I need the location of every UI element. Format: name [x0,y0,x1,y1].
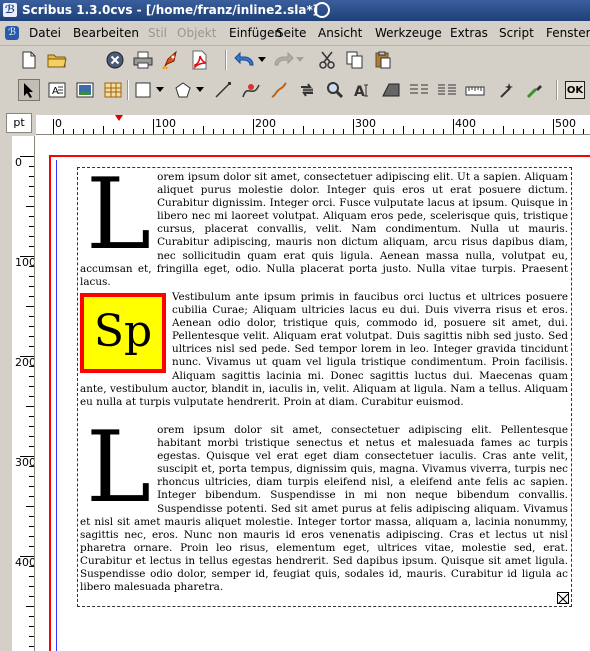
open-folder-icon[interactable] [46,49,68,71]
margin-guide-left [56,160,57,651]
menu-script[interactable]: Script [499,26,534,40]
new-document-icon[interactable] [18,49,40,71]
polygon-dropdown-icon[interactable] [194,79,206,101]
menu-werkzeuge[interactable]: Werkzeuge [375,26,442,40]
ruler-label-h: 100 [155,117,176,130]
menu-bearbeiten[interactable]: Bearbeiten [73,26,139,40]
menu-extras[interactable]: Extras [450,26,488,40]
undo-icon[interactable] [234,49,256,71]
align-columns-icon[interactable] [436,79,458,101]
vertical-ruler[interactable]: 0 100 200 300 400 [12,136,35,651]
ruler-label-h: 400 [455,117,476,130]
page-edge-guide-top [49,155,590,157]
ruler-label-h: 0 [55,117,62,130]
paragraph-3-text: orem ipsum dolor sit amet, consectetuer … [80,424,568,594]
redo-icon[interactable] [272,49,294,71]
select-arrow-icon[interactable] [18,79,40,101]
page-edge-guide-left [49,155,51,651]
menu-einfuegen[interactable]: Einfügen [229,26,282,40]
menu-fenster[interactable]: Fenster [546,26,590,40]
text-frame-icon[interactable]: A [46,79,68,101]
paste-icon[interactable] [372,49,394,71]
shape-dropdown-icon[interactable] [154,79,166,101]
window-title: Scribus 1.3.0cvs - [/home/franz/inline2.… [22,3,319,17]
ok-button[interactable]: OK [565,81,585,99]
menu-ansicht[interactable]: Ansicht [318,26,362,40]
paragraph-1-text: orem ipsum dolor sit amet, consectetuer … [80,171,568,288]
shape-icon[interactable] [132,79,154,101]
polygon-icon[interactable] [172,79,194,101]
export-pdf-icon[interactable] [188,49,210,71]
cut-icon[interactable] [316,49,338,71]
svg-text:A: A [354,84,365,98]
bezier-icon[interactable] [240,79,262,101]
menu-bar: ℬ Datei Bearbeiten Stil Objekt Einfügen … [0,21,590,46]
table-icon[interactable] [102,79,124,101]
preflight-rocket-icon[interactable] [160,49,182,71]
file-toolbar [0,46,590,74]
paragraph-1: Lorem ipsum dolor sit amet, consectetuer… [80,158,568,289]
menu-datei[interactable]: Datei [29,26,61,40]
text-frame[interactable]: Lorem ipsum dolor sit amet, consectetuer… [77,158,572,607]
link-frames-icon[interactable] [380,79,402,101]
menu-seite[interactable]: Seite [276,26,306,40]
ruler-label-v: 100 [15,256,35,269]
freehand-icon[interactable] [268,79,290,101]
ruler-label-h: 200 [255,117,276,130]
measure-icon[interactable] [464,79,486,101]
ruler-label-v: 400 [15,556,35,569]
ruler-label-h: 300 [355,117,376,130]
ruler-position-marker [115,115,123,121]
unit-selector[interactable]: pt [6,113,32,133]
ruler-label-v: 300 [15,456,35,469]
tools-toolbar: A A OK [0,76,590,104]
zoom-icon[interactable] [324,79,346,101]
title-bar: ℬ Scribus 1.3.0cvs - [/home/franz/inline… [0,0,590,21]
line-icon[interactable] [212,79,234,101]
inline-graphic-frame[interactable]: Sp [80,293,166,373]
svg-text:A: A [52,86,59,97]
redo-dropdown-icon[interactable] [294,49,306,71]
dropcap-1: L [86,158,152,272]
edit-text-icon[interactable]: A [352,79,374,101]
menu-stil[interactable]: Stil [148,26,167,40]
rotate-icon[interactable] [296,79,318,101]
unlink-frames-icon[interactable] [408,79,430,101]
image-frame-icon[interactable] [74,79,96,101]
dropcap-3: L [86,411,152,525]
scribus-menu-icon[interactable]: ℬ [5,26,19,40]
copy-icon[interactable] [344,49,366,71]
frame-overflow-marker[interactable] [557,592,569,605]
copy-properties-icon[interactable] [496,79,518,101]
eyedropper-icon[interactable] [524,79,546,101]
window-menu-icon[interactable] [314,2,330,18]
horizontal-ruler[interactable]: 0 100 200 300 400 500 [36,115,590,135]
ruler-label-v: 200 [15,356,35,369]
print-icon[interactable] [132,49,154,71]
menu-objekt[interactable]: Objekt [177,26,216,40]
undo-dropdown-icon[interactable] [256,49,268,71]
paragraph-3: Lorem ipsum dolor sit amet, consectetuer… [80,411,568,594]
ruler-label-v: 0 [15,156,22,169]
close-icon[interactable] [104,49,126,71]
paragraph-2: Sp Vestibulum ante ipsum primis in faucib… [80,291,568,409]
ruler-label-h: 500 [555,117,576,130]
scribus-app-icon: ℬ [3,3,17,17]
document-canvas[interactable]: Lorem ipsum dolor sit amet, consectetuer… [35,135,590,651]
